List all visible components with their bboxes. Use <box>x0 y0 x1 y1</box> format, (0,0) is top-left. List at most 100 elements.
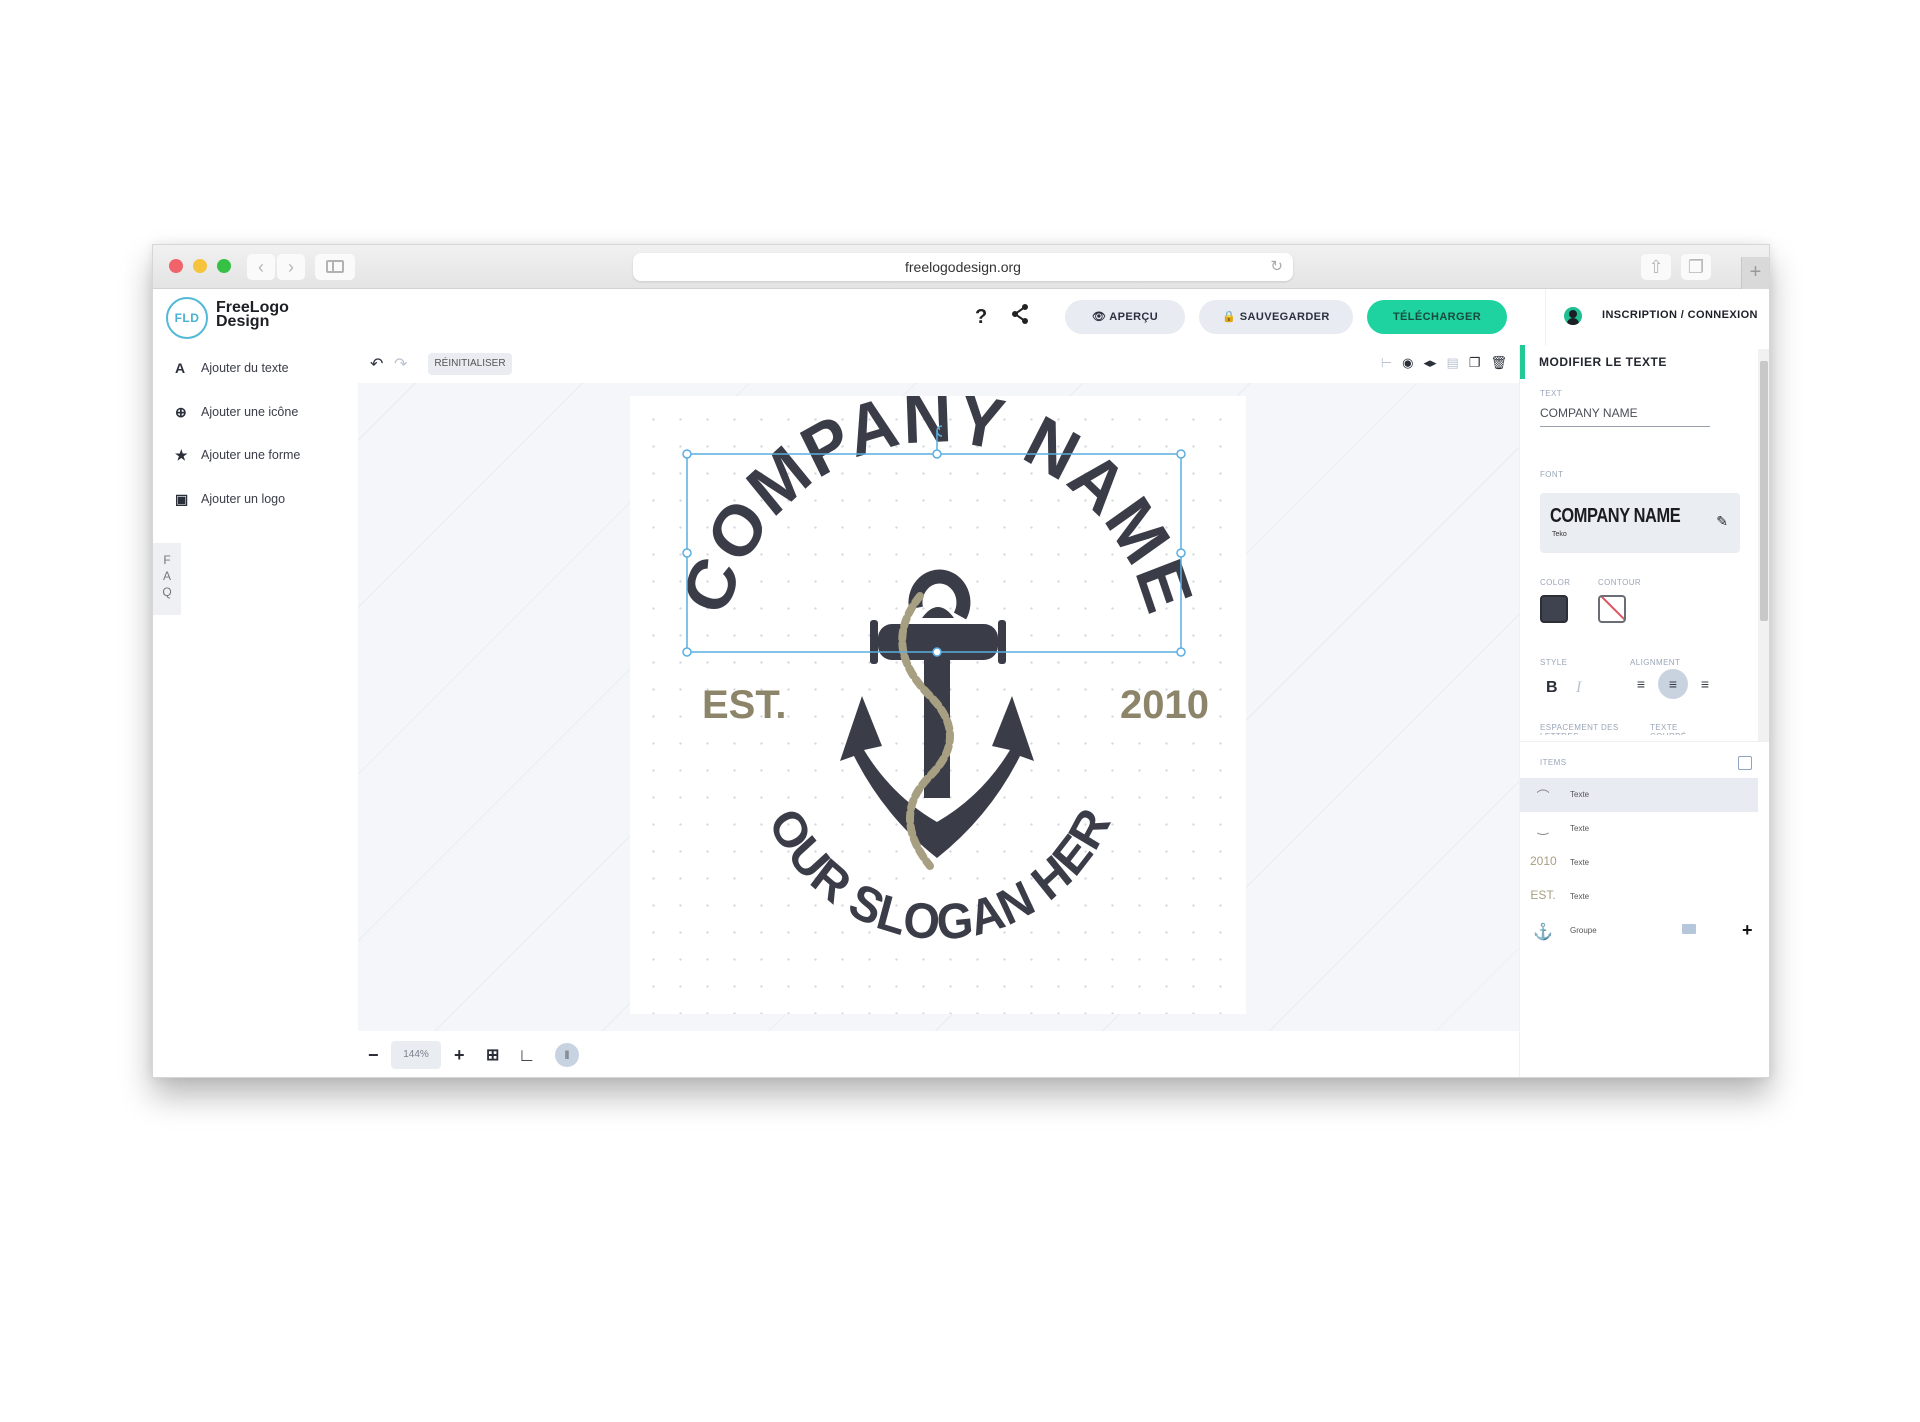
sidebar-item-add-logo[interactable]: ▣ Ajouter un logo <box>175 488 285 510</box>
align-center-button[interactable]: ≡ <box>1658 669 1688 699</box>
resize-handle <box>682 449 692 459</box>
faq-tab[interactable]: F A Q <box>153 543 181 615</box>
resize-handle <box>682 548 692 558</box>
list-item[interactable]: ‿ Texte <box>1520 812 1758 846</box>
panel-scrollbar[interactable] <box>1758 349 1769 741</box>
letter-spacing-label: ESPACEMENT DES LETTRES <box>1540 723 1619 735</box>
redo-icon[interactable]: ↷ <box>394 354 407 374</box>
minimize-window-button[interactable] <box>193 259 207 273</box>
properties-panel: MODIFIER LE TEXTE TEXT COMPANY NAME FONT… <box>1519 345 1769 1077</box>
share-page-button[interactable]: ⇧ <box>1641 254 1671 280</box>
layers-icon[interactable]: ◉ <box>1402 355 1413 371</box>
image-icon: ▣ <box>175 490 189 507</box>
list-item[interactable]: ⌒ Texte <box>1520 778 1758 812</box>
preview-button[interactable]: 👁 APERÇU <box>1065 300 1185 334</box>
year-text[interactable]: 2010 <box>1120 683 1209 727</box>
zoom-level[interactable]: 144% <box>391 1041 441 1069</box>
zoom-in-button[interactable]: + <box>454 1045 465 1066</box>
maximize-window-button[interactable] <box>217 259 231 273</box>
resize-handle <box>1176 548 1186 558</box>
app-header: FLD FreeLogo Design ? 👁 APERÇU 🔒 SAUVEGA… <box>153 289 1769 345</box>
align-right-button[interactable]: ≡ <box>1690 669 1720 699</box>
plus-icon[interactable]: + <box>1742 920 1753 941</box>
year-thumbnail: 2010 <box>1530 854 1557 868</box>
resize-handle <box>1176 647 1186 657</box>
scrollbar-thumb[interactable] <box>1760 361 1768 621</box>
signup-login-link[interactable]: INSCRIPTION / CONNEXION <box>1602 309 1758 321</box>
snap-toggle[interactable]: ‖ <box>555 1043 579 1067</box>
est-text[interactable]: EST. <box>702 683 786 727</box>
forward-button[interactable]: › <box>277 254 305 280</box>
auth-area: INSCRIPTION / CONNEXION <box>1545 289 1769 345</box>
sidebar-item-label: Ajouter une icône <box>201 405 299 419</box>
list-item[interactable]: ⚓ Groupe + <box>1520 914 1758 948</box>
browser-titlebar: ‹ › freelogodesign.org ↻ ⇧ ❐ + <box>153 245 1769 289</box>
guides-icon[interactable]: ∟ <box>518 1045 536 1066</box>
object-tools: ⊢ ◉ ◂▸ ▤ ❐ 🗑 <box>1381 355 1507 371</box>
italic-button[interactable]: I <box>1576 679 1581 697</box>
alignment-label: ALIGNMENT <box>1630 658 1681 667</box>
add-item-icon[interactable] <box>1738 756 1752 770</box>
resize-handle <box>932 647 942 657</box>
anchor-icon: ⚓ <box>1533 924 1553 941</box>
share-box-icon: ⇧ <box>1648 257 1664 277</box>
list-item[interactable]: 2010 Texte <box>1520 846 1758 880</box>
flip-horizontal-icon[interactable]: ◂▸ <box>1423 355 1436 371</box>
resize-handle <box>1176 449 1186 459</box>
font-field-label: FONT <box>1540 470 1564 479</box>
resize-handle <box>932 449 942 459</box>
sidebar-item-add-icon[interactable]: ⊕ Ajouter une icône <box>175 401 298 423</box>
bold-button[interactable]: B <box>1546 679 1558 697</box>
zoom-toolbar: − 144% + ⊞ ∟ ‖ <box>358 1031 1519 1077</box>
back-button[interactable]: ‹ <box>247 254 275 280</box>
reset-button[interactable]: RÉINITIALISER <box>428 353 512 375</box>
undo-icon[interactable]: ↶ <box>370 354 383 374</box>
save-button[interactable]: 🔒 SAUVEGARDER <box>1199 300 1353 334</box>
align-objects-icon[interactable]: ⊢ <box>1381 355 1392 371</box>
style-label: STYLE <box>1540 658 1568 667</box>
items-label: ITEMS <box>1540 758 1567 767</box>
logo-artboard[interactable]: COMPANY NAME YOUR SLOGAN HERE EST. 2010 <box>630 396 1246 1014</box>
curved-text-label: TEXTE COURBÉ <box>1650 723 1686 735</box>
contour-label: CONTOUR <box>1598 578 1642 587</box>
text-input[interactable]: COMPANY NAME <box>1540 403 1710 427</box>
sidebar-item-add-shape[interactable]: ★ Ajouter une forme <box>175 444 300 466</box>
new-tab-button[interactable]: + <box>1741 257 1769 289</box>
reload-icon[interactable]: ↻ <box>1270 253 1283 281</box>
trash-icon[interactable]: 🗑 <box>1490 355 1507 371</box>
globe-icon: ⊕ <box>175 403 187 420</box>
help-icon[interactable]: ? <box>975 306 987 329</box>
zoom-out-button[interactable]: − <box>368 1045 379 1066</box>
sidebar-item-label: Ajouter une forme <box>201 448 301 462</box>
ungroup-icon[interactable]: ▤ <box>1447 355 1459 371</box>
url-text: freelogodesign.org <box>905 259 1021 275</box>
design-canvas[interactable]: COMPANY NAME YOUR SLOGAN HERE EST. 2010 <box>358 383 1519 1031</box>
font-family-name: Teko <box>1552 531 1567 538</box>
font-selector[interactable]: COMPANY NAME Teko ✎ <box>1540 493 1740 553</box>
resize-handle <box>682 647 692 657</box>
sidebar-item-add-text[interactable]: A Ajouter du texte <box>175 357 289 379</box>
text-color-swatch[interactable] <box>1540 595 1568 623</box>
duplicate-icon[interactable]: ❐ <box>1469 355 1481 371</box>
download-button[interactable]: TÉLÉCHARGER <box>1367 300 1507 334</box>
brand-logo-text[interactable]: FreeLogo Design <box>216 300 289 330</box>
align-left-button[interactable]: ≡ <box>1626 669 1656 699</box>
address-bar[interactable]: freelogodesign.org ↻ <box>633 253 1293 281</box>
folder-icon[interactable] <box>1682 924 1696 934</box>
pencil-icon[interactable]: ✎ <box>1716 513 1728 530</box>
grid-icon[interactable]: ⊞ <box>486 1045 499 1065</box>
contour-color-swatch[interactable] <box>1598 595 1626 623</box>
brand-logo-mark[interactable]: FLD <box>166 297 208 339</box>
anchor-icon[interactable] <box>840 569 1034 870</box>
canvas-toolbar: ↶ ↷ RÉINITIALISER ⊢ ◉ ◂▸ ▤ ❐ 🗑 <box>358 345 1519 383</box>
list-item[interactable]: EST. Texte <box>1520 880 1758 914</box>
sidebar-item-label: Ajouter un logo <box>201 492 286 506</box>
arc-bottom-icon: ‿ <box>1537 820 1549 835</box>
close-window-button[interactable] <box>169 259 183 273</box>
share-icon[interactable] <box>1011 303 1029 331</box>
panel-title: MODIFIER LE TEXTE <box>1520 345 1758 379</box>
logo-artwork[interactable]: COMPANY NAME YOUR SLOGAN HERE EST. 2010 <box>630 396 1246 1014</box>
sidebar-toggle-button[interactable] <box>315 254 355 280</box>
tabs-overview-button[interactable]: ❐ <box>1681 254 1711 280</box>
sidebar-icon <box>326 260 344 273</box>
